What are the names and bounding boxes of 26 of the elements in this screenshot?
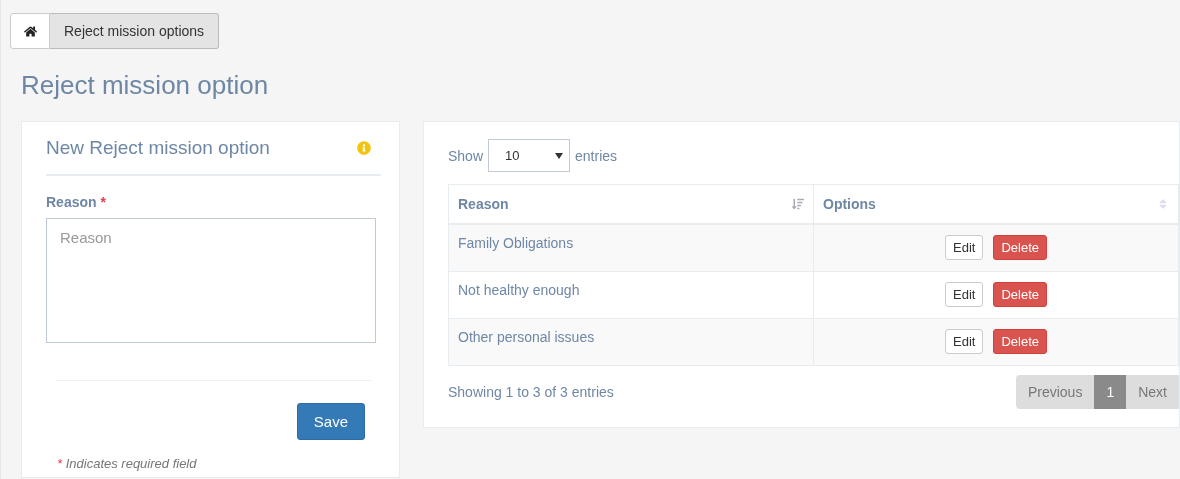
page-link[interactable]: 1 xyxy=(1094,374,1127,409)
table-info: Showing 1 to 3 of 3 entries xyxy=(448,383,614,400)
entries-label: entries xyxy=(575,147,618,164)
delete-button[interactable]: Delete xyxy=(993,282,1047,307)
home-button[interactable] xyxy=(10,13,50,49)
edit-button[interactable]: Edit xyxy=(945,329,984,354)
caret-icon xyxy=(555,152,564,159)
edit-button[interactable]: Edit xyxy=(945,282,984,307)
edit-button[interactable]: Edit xyxy=(945,235,984,261)
breadcrumb-link[interactable]: Reject mission options xyxy=(50,13,220,49)
delete-button[interactable]: Delete xyxy=(993,235,1047,261)
field-label: Reason * xyxy=(46,194,107,210)
page-title: Reject mission option xyxy=(21,70,270,101)
table-cell: Family Obligations xyxy=(448,224,814,271)
page-link[interactable]: Next xyxy=(1126,374,1179,409)
delete-button[interactable]: Delete xyxy=(993,329,1047,354)
table-cell: Not healthy enough xyxy=(448,271,814,318)
home-icon xyxy=(23,24,37,38)
show-label: Show xyxy=(448,147,484,164)
card-title: New Reject mission option xyxy=(46,137,270,159)
reason-field[interactable]: Reason xyxy=(46,218,376,343)
save-button[interactable]: Save xyxy=(296,403,365,440)
table-cell: Other personal issues xyxy=(448,318,814,365)
entries-select[interactable]: 10 xyxy=(488,139,571,172)
page-link[interactable]: Previous xyxy=(1015,374,1095,409)
required-note: * Indicates required field xyxy=(57,456,198,471)
